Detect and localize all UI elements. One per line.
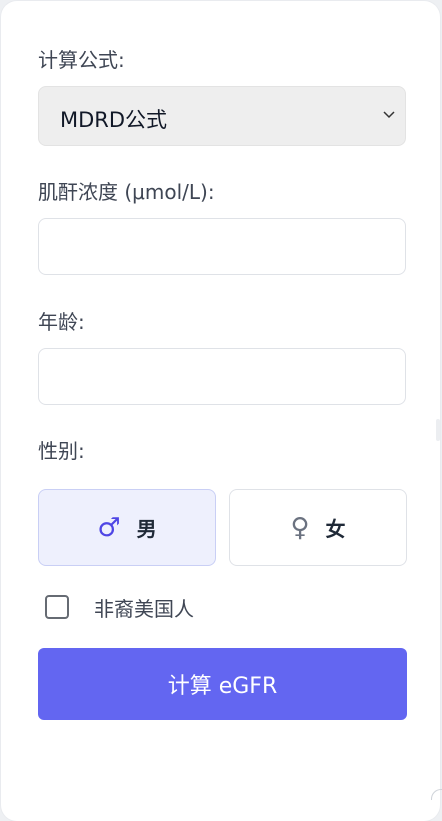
- gender-label: 性别:: [38, 435, 85, 464]
- non-african-american-label: 非裔美国人: [94, 593, 194, 622]
- chevron-down-icon: [383, 111, 395, 119]
- calculate-egfr-button[interactable]: 计算 eGFR: [38, 648, 407, 720]
- male-symbol-icon: ♂: [97, 515, 120, 541]
- gender-male-label: 男: [137, 513, 157, 542]
- age-input[interactable]: [38, 348, 406, 405]
- creatinine-label: 肌酐浓度 (μmol/L):: [38, 176, 215, 205]
- gender-female-button[interactable]: ♀ 女: [229, 489, 407, 566]
- formula-select[interactable]: MDRD公式: [38, 86, 406, 146]
- gender-male-button[interactable]: ♂ 男: [38, 489, 216, 566]
- creatinine-input[interactable]: [38, 218, 406, 275]
- age-label: 年龄:: [38, 306, 85, 335]
- gender-female-label: 女: [326, 513, 346, 542]
- egfr-calculator-card: 计算公式: MDRD公式 肌酐浓度 (μmol/L): 年龄: 性别: ♂ 男 …: [1, 1, 440, 821]
- formula-label: 计算公式:: [38, 44, 125, 73]
- female-symbol-icon: ♀: [290, 515, 309, 541]
- non-african-american-checkbox[interactable]: [45, 595, 69, 619]
- formula-select-value: MDRD公式: [60, 104, 167, 134]
- scroll-edge-indicator: [436, 419, 440, 441]
- calculate-egfr-label: 计算 eGFR: [168, 668, 278, 700]
